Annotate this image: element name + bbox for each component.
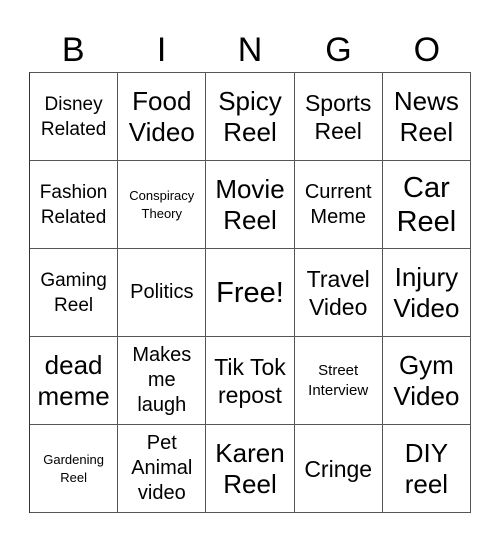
bingo-board: Disney Related Food Video Spicy Reel Spo… <box>29 72 471 513</box>
bingo-cell[interactable]: Gardening Reel <box>30 425 119 513</box>
bingo-cell[interactable]: DIY reel <box>382 425 471 513</box>
bingo-cell[interactable]: Politics <box>118 249 207 337</box>
bingo-header: B I N G O <box>29 28 471 72</box>
cell-label: Street Interview <box>308 361 369 399</box>
cell-label: Movie Reel <box>215 173 285 235</box>
header-letter-o: O <box>413 31 441 69</box>
bingo-cell[interactable]: News Reel <box>382 73 471 161</box>
cell-label: Disney Related <box>40 93 107 140</box>
bingo-cell[interactable]: Movie Reel <box>206 161 295 249</box>
cell-label: dead meme <box>37 349 110 411</box>
cell-label: Karen Reel <box>215 437 285 499</box>
cell-label: Cringe <box>304 455 373 482</box>
bingo-cell[interactable]: Karen Reel <box>206 425 295 513</box>
bingo-cell[interactable]: Disney Related <box>30 73 119 161</box>
cell-label: Tik Tok repost <box>214 353 286 408</box>
bingo-cell[interactable]: Current Meme <box>294 161 383 249</box>
bingo-cell[interactable]: Injury Video <box>382 249 471 337</box>
header-letter-g: G <box>325 31 352 69</box>
bingo-cell[interactable]: Tik Tok repost <box>206 337 295 425</box>
cell-label: Spicy Reel <box>218 85 282 147</box>
bingo-cell[interactable]: Sports Reel <box>294 73 383 161</box>
cell-label: Car Reel <box>396 171 457 238</box>
cell-label: Fashion Related <box>39 181 108 228</box>
cell-label: Gaming Reel <box>40 269 107 316</box>
cell-label: Makes me laugh <box>132 344 192 416</box>
cell-label: Travel Video <box>306 265 370 320</box>
bingo-cell[interactable]: Street Interview <box>294 337 383 425</box>
free-space-label: Free! <box>216 276 284 309</box>
bingo-cell[interactable]: dead meme <box>30 337 119 425</box>
bingo-cell[interactable]: Travel Video <box>294 249 383 337</box>
bingo-cell[interactable]: Spicy Reel <box>206 73 295 161</box>
free-space-cell[interactable]: Free! <box>206 249 295 337</box>
cell-label: Gardening Reel <box>43 451 104 485</box>
cell-label: Food Video <box>128 85 195 147</box>
bingo-cell[interactable]: Conspiracy Theory <box>118 161 207 249</box>
bingo-cell[interactable]: Gym Video <box>382 337 471 425</box>
bingo-cell[interactable]: Fashion Related <box>30 161 119 249</box>
cell-label: Conspiracy Theory <box>129 187 195 221</box>
cell-label: Pet Animal video <box>131 432 193 504</box>
cell-label: Sports Reel <box>304 89 372 144</box>
header-letter-i: I <box>156 31 167 69</box>
bingo-cell[interactable]: Gaming Reel <box>30 249 119 337</box>
cell-label: Gym Video <box>393 349 460 411</box>
cell-label: News Reel <box>393 85 459 147</box>
header-letter-b: B <box>61 31 85 69</box>
cell-label: Injury Video <box>393 261 460 323</box>
bingo-cell[interactable]: Car Reel <box>382 161 471 249</box>
bingo-cell[interactable]: Makes me laugh <box>118 337 207 425</box>
bingo-cell[interactable]: Cringe <box>294 425 383 513</box>
bingo-cell[interactable]: Food Video <box>118 73 207 161</box>
header-letter-n: N <box>237 31 263 69</box>
cell-label: Politics <box>130 281 194 303</box>
cell-label: DIY reel <box>404 437 449 499</box>
bingo-cell[interactable]: Pet Animal video <box>118 425 207 513</box>
cell-label: Current Meme <box>304 180 372 228</box>
